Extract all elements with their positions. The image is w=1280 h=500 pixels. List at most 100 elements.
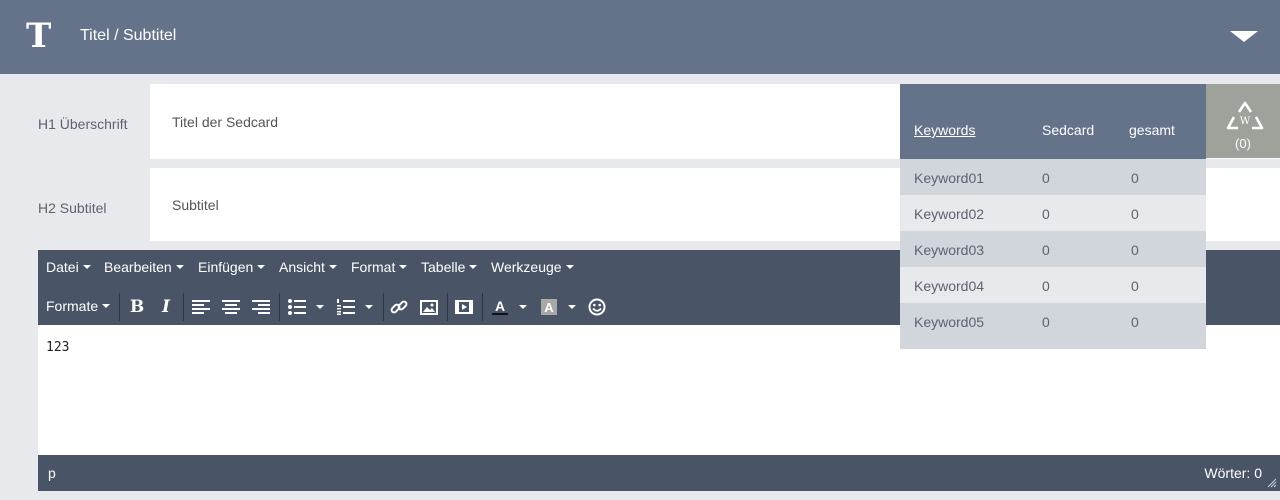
image-button[interactable] xyxy=(418,296,440,318)
align-center-button[interactable] xyxy=(220,296,242,318)
bullet-list-button[interactable] xyxy=(286,296,308,318)
keyword-row: Keyword01 0 0 xyxy=(900,159,1206,195)
recycle-check-button[interactable]: W (0) xyxy=(1206,84,1280,158)
toolbar-divider xyxy=(383,293,384,321)
keyword-name: Keyword01 xyxy=(914,170,985,186)
bold-button[interactable]: B xyxy=(126,296,148,318)
collapse-chevron-icon[interactable] xyxy=(1230,31,1258,42)
toolbar-divider xyxy=(119,293,120,321)
caret-down-icon xyxy=(565,265,574,269)
svg-text:A: A xyxy=(495,298,505,314)
numbered-list-icon xyxy=(337,299,355,315)
keyword-sedcard-count: 0 xyxy=(1042,170,1050,186)
keyword-row: Keyword03 0 0 xyxy=(900,231,1206,267)
emoticon-button[interactable] xyxy=(586,296,608,318)
resize-handle-icon[interactable] xyxy=(1267,478,1277,488)
sedcard-header: Sedcard xyxy=(1042,122,1095,138)
keyword-total-count: 0 xyxy=(1131,278,1139,294)
numbered-list-caret-icon[interactable] xyxy=(365,305,373,309)
keywords-header-link[interactable]: Keywords xyxy=(914,122,975,138)
h2-label: H2 Subtitel xyxy=(38,200,107,216)
caret-down-icon xyxy=(399,265,408,269)
keyword-row: Keyword04 0 0 xyxy=(900,267,1206,303)
align-right-button[interactable] xyxy=(250,296,272,318)
text-module-logo: T xyxy=(26,16,52,56)
caret-down-icon xyxy=(175,265,184,269)
svg-text:A: A xyxy=(544,300,554,315)
bold-icon: B xyxy=(129,297,145,317)
align-left-icon xyxy=(192,300,210,314)
keyword-total-count: 0 xyxy=(1131,314,1139,330)
keyword-total-count: 0 xyxy=(1131,206,1139,222)
keyword-name: Keyword04 xyxy=(914,278,985,294)
element-path[interactable]: p xyxy=(48,465,56,481)
emoticon-icon xyxy=(588,298,606,316)
link-button[interactable] xyxy=(388,296,410,318)
h1-label: H1 Überschrift xyxy=(38,116,128,132)
text-color-caret-icon[interactable] xyxy=(519,305,527,309)
numbered-list-button[interactable] xyxy=(335,296,357,318)
text-color-button[interactable]: A xyxy=(489,296,511,318)
menu-datei-label: Datei xyxy=(46,259,79,275)
menu-bearbeiten[interactable]: Bearbeiten xyxy=(104,259,184,275)
keyword-sedcard-count: 0 xyxy=(1042,242,1050,258)
caret-down-icon xyxy=(328,265,337,269)
media-icon xyxy=(455,300,473,314)
toolbar-divider xyxy=(279,293,280,321)
align-center-icon xyxy=(222,300,240,314)
background-color-caret-icon[interactable] xyxy=(568,305,576,309)
h2-input[interactable] xyxy=(172,168,872,241)
header-bar: T Titel / Subtitel xyxy=(0,0,1280,74)
menu-tabelle-label: Tabelle xyxy=(421,259,466,275)
menu-tabelle[interactable]: Tabelle xyxy=(421,259,478,275)
keyword-sedcard-count: 0 xyxy=(1042,278,1050,294)
image-icon xyxy=(420,299,438,315)
toolbar-divider xyxy=(183,293,184,321)
background-color-icon: A xyxy=(541,299,557,315)
keyword-total-count: 0 xyxy=(1131,170,1139,186)
editor-statusbar: p Wörter: 0 xyxy=(38,455,1280,491)
text-color-icon: A xyxy=(492,298,508,315)
media-button[interactable] xyxy=(453,296,475,318)
bullet-list-caret-icon[interactable] xyxy=(316,305,324,309)
formats-label: Formate xyxy=(46,298,99,314)
menu-datei[interactable]: Datei xyxy=(46,259,91,275)
caret-down-icon xyxy=(257,265,266,269)
keyword-name: Keyword02 xyxy=(914,206,985,222)
link-icon xyxy=(390,300,408,314)
menu-werkzeuge-label: Werkzeuge xyxy=(491,259,562,275)
keyword-sedcard-count: 0 xyxy=(1042,314,1050,330)
module-title: Titel / Subtitel xyxy=(80,27,177,44)
toolbar-divider xyxy=(447,293,448,321)
menu-ansicht-label: Ansicht xyxy=(279,259,325,275)
caret-down-icon xyxy=(82,265,91,269)
keyword-name: Keyword05 xyxy=(914,314,985,330)
menu-einfuegen[interactable]: Einfügen xyxy=(198,259,266,275)
recycle-count: (0) xyxy=(1235,136,1251,151)
background-color-button[interactable]: A xyxy=(538,296,560,318)
bullet-list-icon xyxy=(288,299,306,315)
align-right-icon xyxy=(252,300,270,314)
align-left-button[interactable] xyxy=(190,296,212,318)
keyword-row: Keyword05 0 0 xyxy=(900,303,1206,349)
italic-button[interactable]: I xyxy=(155,296,177,318)
keyword-sedcard-count: 0 xyxy=(1042,206,1050,222)
keyword-panel: Keywords Sedcard gesamt Keyword01 0 0 Ke… xyxy=(900,84,1206,349)
editor-text: 123 xyxy=(46,340,70,355)
caret-down-icon xyxy=(102,304,111,308)
toolbar-divider xyxy=(482,293,483,321)
h1-input[interactable] xyxy=(172,84,872,159)
recycle-icon: W xyxy=(1226,101,1264,130)
menu-werkzeuge[interactable]: Werkzeuge xyxy=(491,259,574,275)
keyword-total-count: 0 xyxy=(1131,242,1139,258)
menu-ansicht[interactable]: Ansicht xyxy=(279,259,337,275)
menu-bearbeiten-label: Bearbeiten xyxy=(104,259,172,275)
menu-einfuegen-label: Einfügen xyxy=(198,259,254,275)
word-count: Wörter: 0 xyxy=(1204,465,1262,481)
caret-down-icon xyxy=(469,265,478,269)
keyword-name: Keyword03 xyxy=(914,242,985,258)
gesamt-header: gesamt xyxy=(1129,122,1175,138)
formats-dropdown[interactable]: Formate xyxy=(46,298,111,314)
menu-format[interactable]: Format xyxy=(351,259,408,275)
menu-format-label: Format xyxy=(351,259,396,275)
